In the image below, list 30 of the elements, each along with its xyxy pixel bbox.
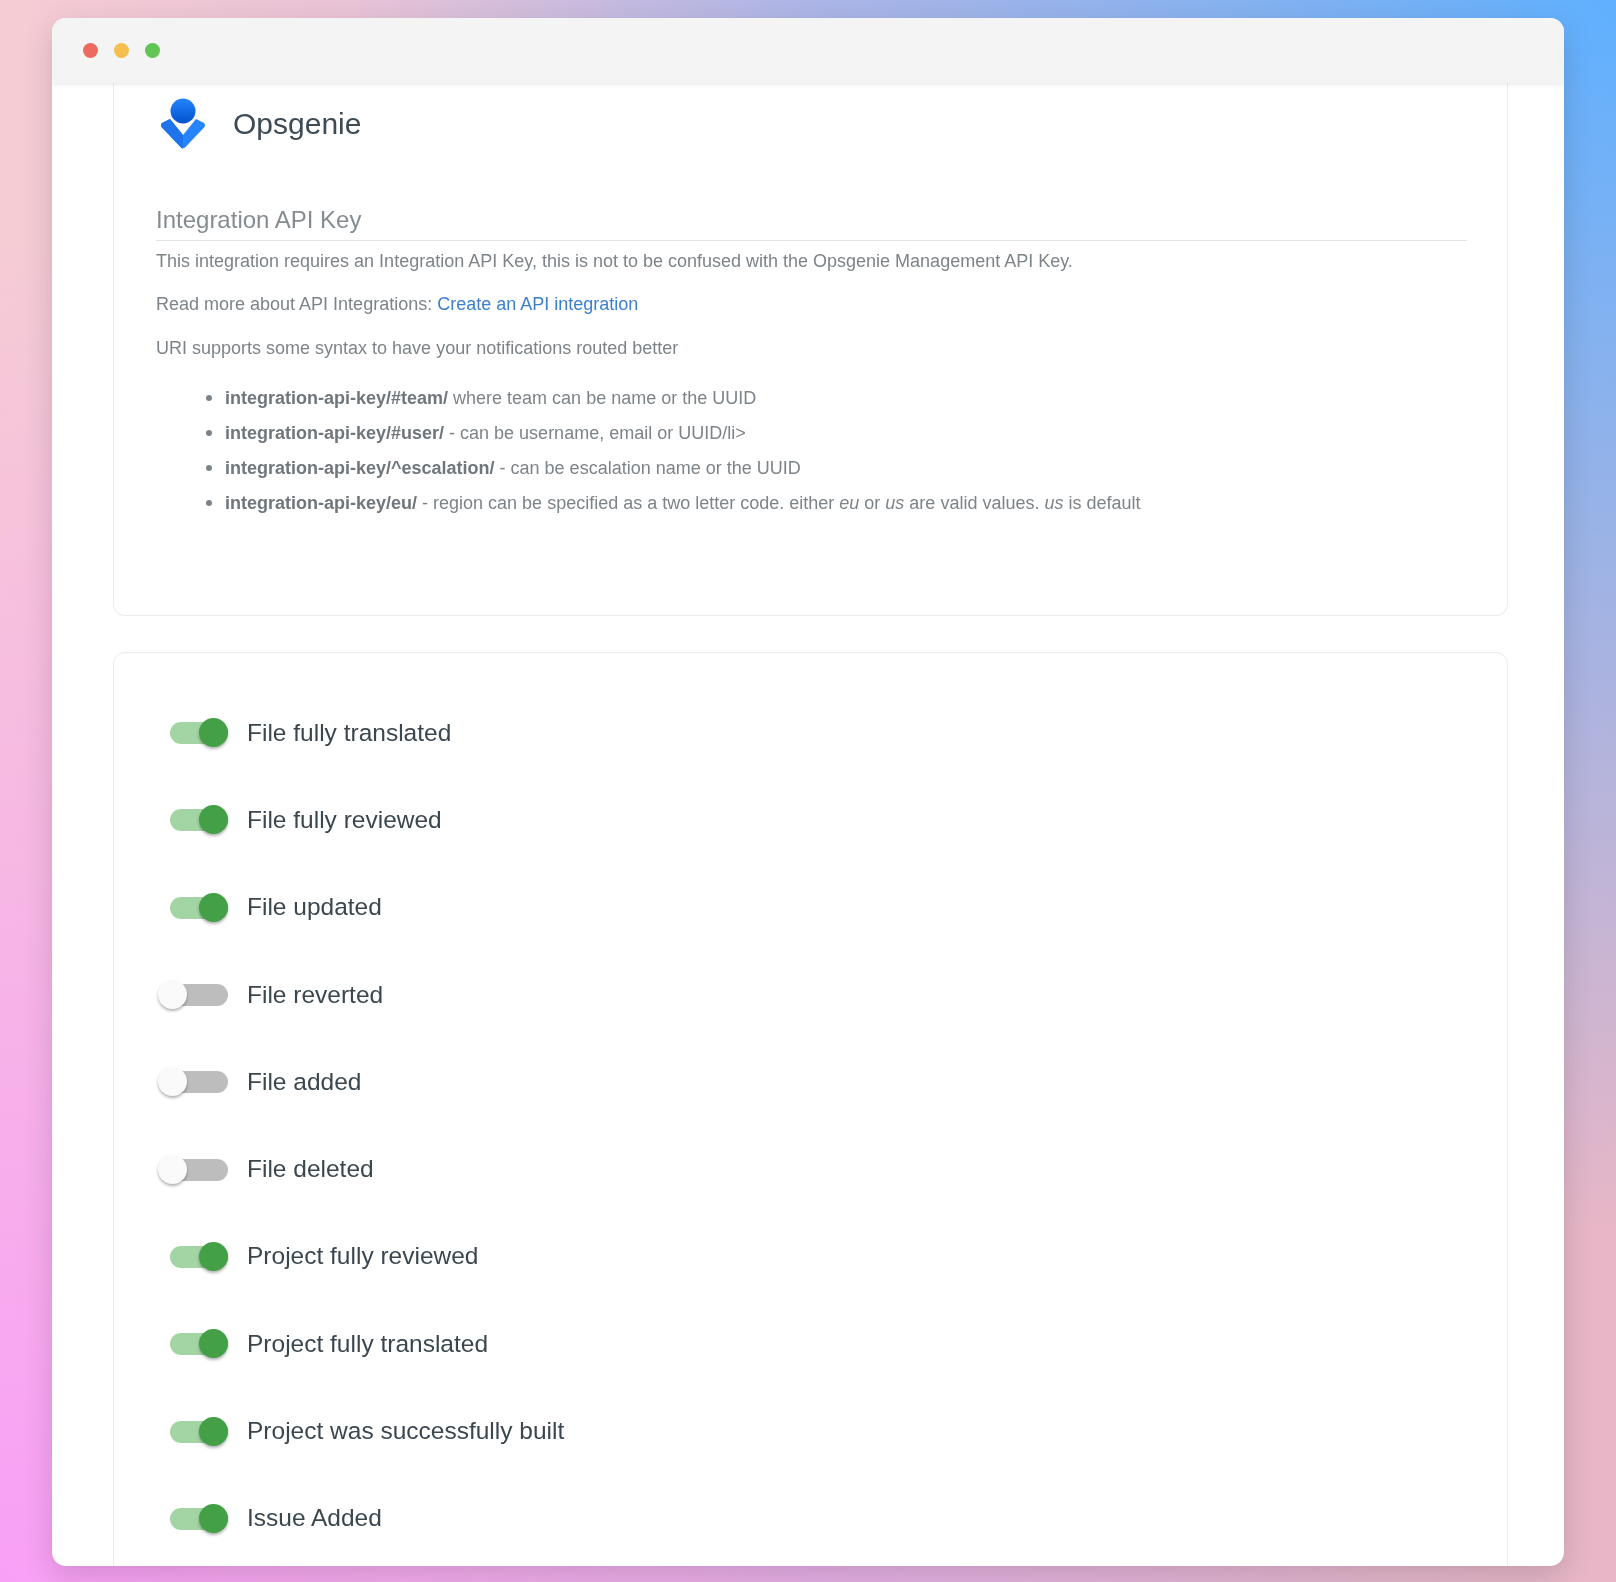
bullet-icon: [206, 394, 212, 401]
notification-label: Project was successfully built: [247, 1416, 565, 1446]
syntax-intro-text: URI supports some syntax to have your notifications routed better: [156, 337, 680, 360]
toggle-switch[interactable]: [158, 980, 228, 1010]
description-text: This integration requires an Integration API Key, this is not to be confused with the Opsgenie Management API Key.: [156, 250, 1074, 273]
notification-label: File deleted: [247, 1154, 374, 1185]
notification-label: Project fully reviewed: [247, 1241, 479, 1272]
bullet-icon: [206, 464, 212, 471]
window-zoom-button[interactable]: [145, 43, 160, 58]
bullet-icon: [206, 429, 212, 436]
syntax-item-text: integration-api-key/eu/ - region can be specified as a two letter code. either eu or us are valid values. us is default: [225, 491, 1141, 515]
notification-label: File fully reviewed: [247, 804, 442, 835]
integration-title: Opsgenie: [233, 105, 362, 142]
notification-label: Project fully translated: [247, 1328, 489, 1359]
syntax-item-text: integration-api-key/#user/ - can be username, email or UUID/li>: [225, 421, 746, 445]
read-more-text: Read more about API Integrations: Create an API integration: [156, 293, 640, 316]
window-close-button[interactable]: [83, 43, 98, 58]
syntax-item-text: integration-api-key/#team/ where team can be name or the UUID: [225, 386, 757, 410]
notification-label: File fully translated: [247, 717, 452, 748]
logo-icon: [160, 98, 206, 149]
toggle-switch[interactable]: [158, 1067, 228, 1097]
notification-label: Issue Added: [247, 1503, 382, 1534]
notification-label: File updated: [247, 892, 382, 923]
notification-label: File added: [247, 1066, 362, 1097]
syntax-item-text: integration-api-key/^escalation/ - can be escalation name or the UUID: [225, 456, 801, 480]
api-integration-link[interactable]: Create an API integration: [437, 294, 639, 314]
section-heading: Integration API Key: [156, 206, 1467, 241]
toggle-switch[interactable]: [158, 1154, 228, 1184]
bullet-icon: [206, 499, 212, 506]
notification-label: File reverted: [247, 979, 384, 1010]
